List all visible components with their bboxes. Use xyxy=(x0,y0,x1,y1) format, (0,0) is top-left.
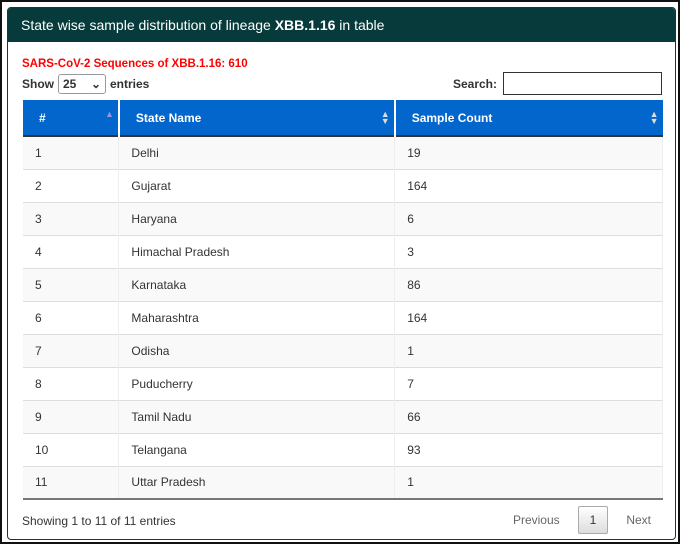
sort-icon: ▲ xyxy=(105,109,114,119)
table-row: 1 Delhi 19 xyxy=(23,135,663,169)
table-cell: 164 xyxy=(394,300,663,334)
panel-title: State wise sample distribution of lineag… xyxy=(8,8,675,42)
table-row: 2 Gujarat 164 xyxy=(23,168,663,202)
table-cell: 3 xyxy=(394,234,663,268)
table-cell: Himachal Pradesh xyxy=(118,234,396,268)
table-cell: 1 xyxy=(23,135,120,169)
table-row: 3 Haryana 6 xyxy=(23,201,663,235)
table-cell: Maharashtra xyxy=(118,300,396,334)
next-button[interactable]: Next xyxy=(614,507,663,533)
table-cell: Tamil Nadu xyxy=(118,399,396,433)
table-row: 4 Himachal Pradesh 3 xyxy=(23,234,663,268)
table-cell: 6 xyxy=(23,300,120,334)
table-cell: Odisha xyxy=(118,333,396,367)
table-cell: 11 xyxy=(23,465,120,500)
table-row: 11 Uttar Pradesh 1 xyxy=(23,465,663,500)
table-cell: 93 xyxy=(394,432,663,466)
table-row: 6 Maharashtra 164 xyxy=(23,300,663,334)
length-control: Show 25 ⌄ entries xyxy=(22,74,149,94)
sort-icon: ▲ ▼ xyxy=(649,109,659,126)
table-cell: 4 xyxy=(23,234,120,268)
table-info: Showing 1 to 11 of 11 entries xyxy=(22,514,176,528)
table-cell: Uttar Pradesh xyxy=(118,465,396,500)
table-cell: 7 xyxy=(23,333,120,367)
table-cell: 8 xyxy=(23,366,120,400)
search-input[interactable] xyxy=(503,72,662,95)
table-row: 10 Telangana 93 xyxy=(23,432,663,466)
table-row: 9 Tamil Nadu 66 xyxy=(23,399,663,433)
table-cell: 7 xyxy=(394,366,663,400)
entries-select[interactable]: 25 ⌄ xyxy=(58,74,106,94)
table-cell: 2 xyxy=(23,168,120,202)
table-cell: 164 xyxy=(394,168,663,202)
table-cell: Telangana xyxy=(118,432,396,466)
table-cell: Haryana xyxy=(118,201,396,235)
panel: State wise sample distribution of lineag… xyxy=(7,7,676,540)
search-control: Search: xyxy=(453,72,662,95)
table-cell: 9 xyxy=(23,399,120,433)
table-cell: Gujarat xyxy=(118,168,396,202)
column-header[interactable]: # ▲ xyxy=(23,100,120,136)
table-cell: 6 xyxy=(394,201,663,235)
table-row: 5 Karnataka 86 xyxy=(23,267,663,301)
column-header[interactable]: State Name ▲ ▼ xyxy=(118,100,396,136)
data-table: # ▲ State Name ▲ ▼ Sample Count ▲ ▼ 1 Delhi 19 2 Gu… xyxy=(23,100,663,500)
sort-icon: ▲ ▼ xyxy=(380,109,390,126)
table-cell: 1 xyxy=(394,333,663,367)
table-cell: Delhi xyxy=(118,135,396,169)
previous-button[interactable]: Previous xyxy=(501,507,572,533)
table-cell: Puducherry xyxy=(118,366,396,400)
table-cell: 3 xyxy=(23,201,120,235)
table-cell: 5 xyxy=(23,267,120,301)
sequence-count: SARS-CoV-2 Sequences of XBB.1.16: 610 xyxy=(22,58,248,70)
table-cell: 19 xyxy=(394,135,663,169)
table-cell: Karnataka xyxy=(118,267,396,301)
table-cell: 86 xyxy=(394,267,663,301)
table-cell: 66 xyxy=(394,399,663,433)
table-row: 7 Odisha 1 xyxy=(23,333,663,367)
chevron-down-icon: ⌄ xyxy=(90,77,101,91)
table-cell: 1 xyxy=(394,465,663,500)
table-row: 8 Puducherry 7 xyxy=(23,366,663,400)
pagination: Previous 1 Next xyxy=(501,506,663,534)
column-header[interactable]: Sample Count ▲ ▼ xyxy=(394,100,663,136)
page-1-button[interactable]: 1 xyxy=(577,506,609,534)
table-cell: 10 xyxy=(23,432,120,466)
